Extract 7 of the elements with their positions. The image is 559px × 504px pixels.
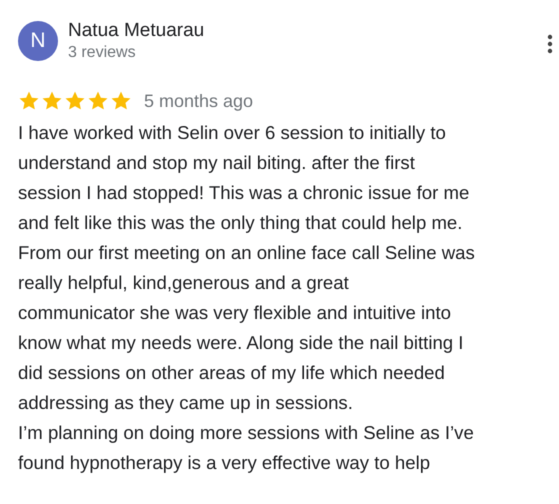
avatar: N [18, 21, 58, 61]
review-count: 3 reviews [68, 43, 137, 63]
review-time: 5 months ago [144, 90, 254, 112]
more-options-icon[interactable] [547, 34, 553, 54]
review-text: I’m planning on doing more sessions with Seline as I’ve found hypnotherapy is a very effective way to help [18, 421, 475, 475]
review-text: I have worked with Selin over 6 session to initially to understand and stop my nail biting. after the first session I had stopped! This was a chronic issue for me and felt like this was the only thing that could help me. From our first meeting on an online face call Seline was really helpful, kind,generous and a great communicator she was very flexible and intuitive into know what my needs were. Along side the nail bitting I did sessions on other areas of my life which needed addressing as they came up in sessions. [18, 121, 476, 415]
reviewer-name[interactable]: Natua Metuarau [68, 19, 547, 43]
